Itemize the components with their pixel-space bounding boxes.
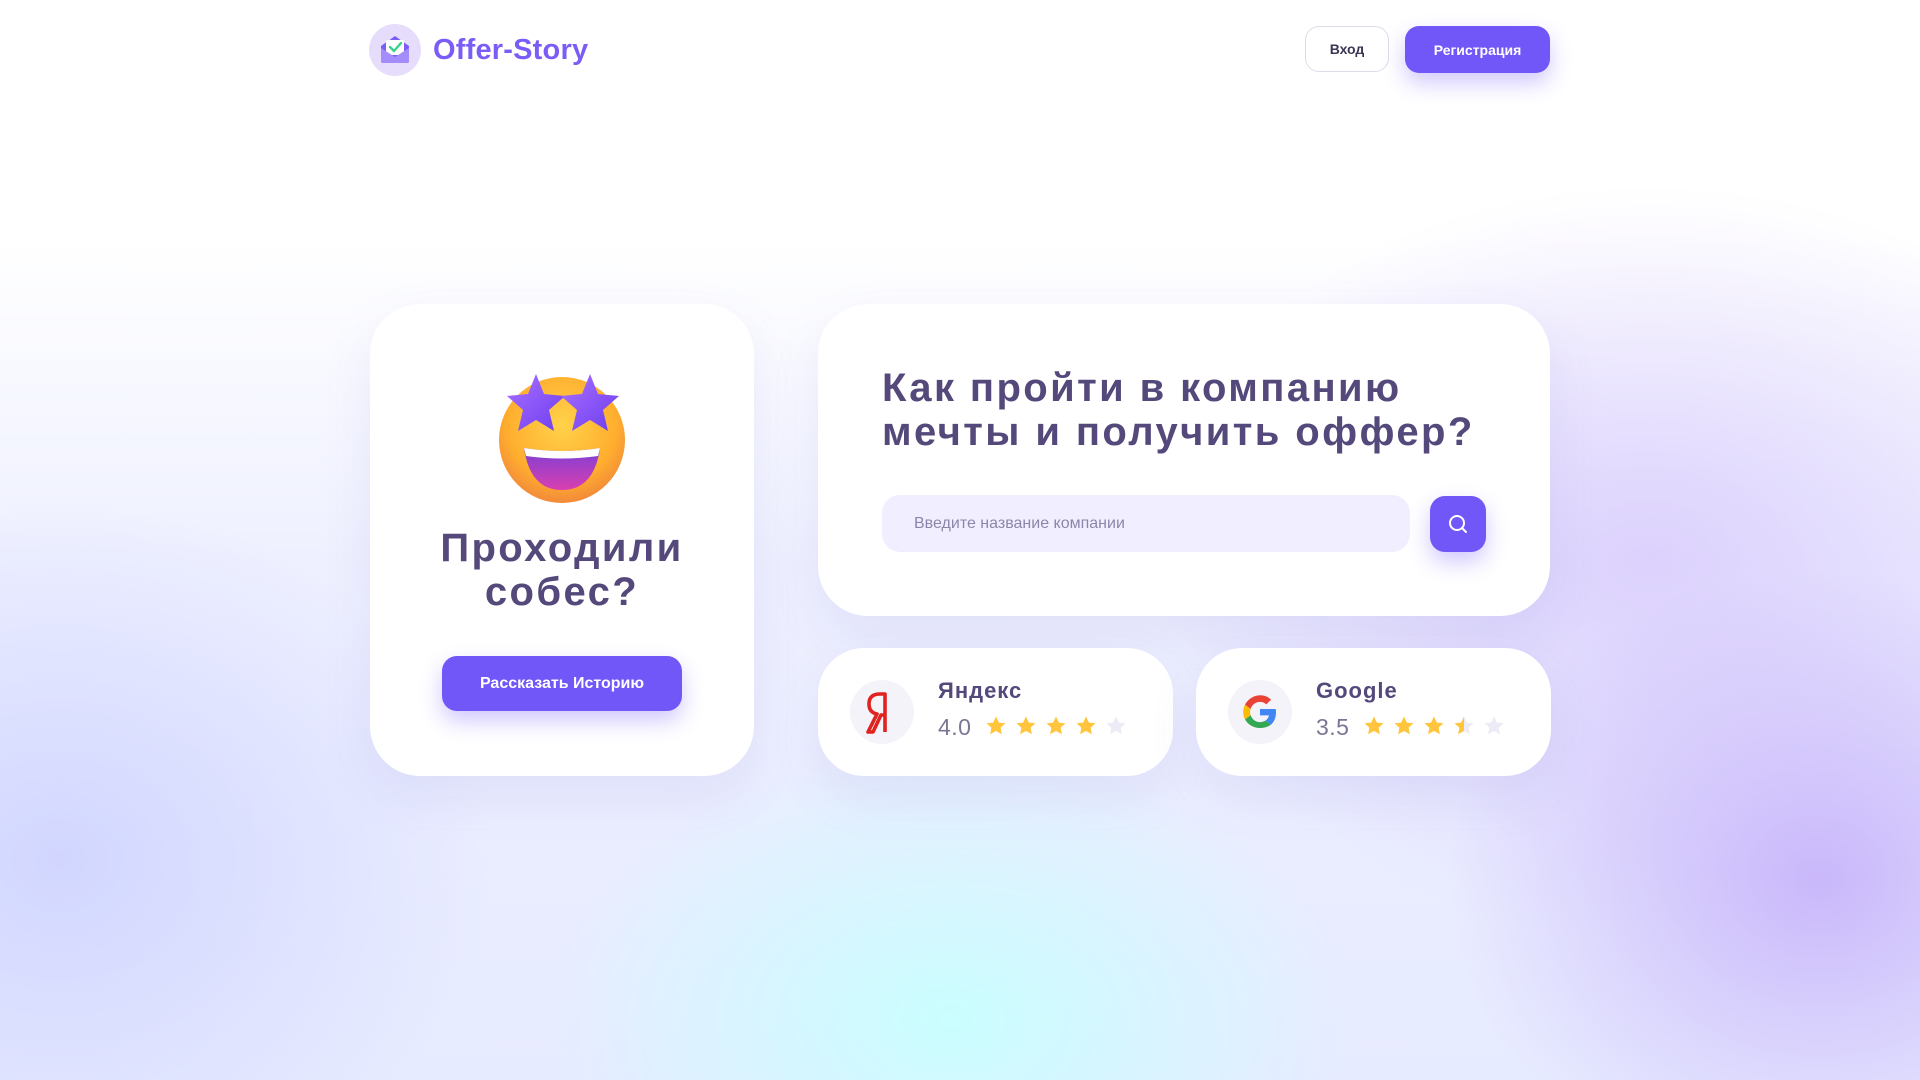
star-rating [1363, 715, 1505, 737]
star-icon [1046, 716, 1066, 735]
envelope-check-icon [369, 24, 421, 76]
search-card: Как пройти в компанию мечты и получить о… [818, 304, 1550, 616]
page-headline: Как пройти в компанию мечты и получить о… [882, 366, 1475, 454]
star-icon [986, 716, 1006, 735]
logo[interactable]: Offer-Story [369, 24, 588, 76]
star-struck-emoji-icon [494, 368, 630, 504]
google-logo-icon [1228, 680, 1292, 744]
story-title: Проходили собес? [440, 526, 684, 614]
star-icon [1394, 716, 1414, 735]
rating-card-yandex[interactable]: Яндекс 4.0 [818, 648, 1173, 776]
yandex-logo-icon [850, 680, 914, 744]
star-icon [1484, 716, 1504, 735]
company-search-input[interactable]: Введите название компании [882, 495, 1410, 552]
rating-score: 4.0 [938, 714, 972, 740]
login-button[interactable]: Вход [1305, 26, 1389, 72]
search-icon [1449, 515, 1467, 533]
star-icon [1454, 716, 1474, 735]
register-button[interactable]: Регистрация [1405, 26, 1550, 73]
star-rating [985, 715, 1127, 737]
star-icon [1016, 716, 1036, 735]
company-name: Google [1316, 678, 1398, 703]
search-button[interactable] [1430, 496, 1486, 552]
tell-story-button[interactable]: Рассказать Историю [442, 656, 682, 711]
rating-score: 3.5 [1316, 714, 1350, 740]
company-name: Яндекс [938, 678, 1023, 703]
logo-text: Offer-Story [433, 33, 589, 66]
star-icon [1106, 716, 1126, 735]
star-icon [1364, 716, 1384, 735]
star-icon [1076, 716, 1096, 735]
story-card: Проходили собес? Рассказать Историю [370, 304, 754, 776]
star-icon [1424, 716, 1444, 735]
rating-card-google[interactable]: Google 3.5 [1196, 648, 1551, 776]
